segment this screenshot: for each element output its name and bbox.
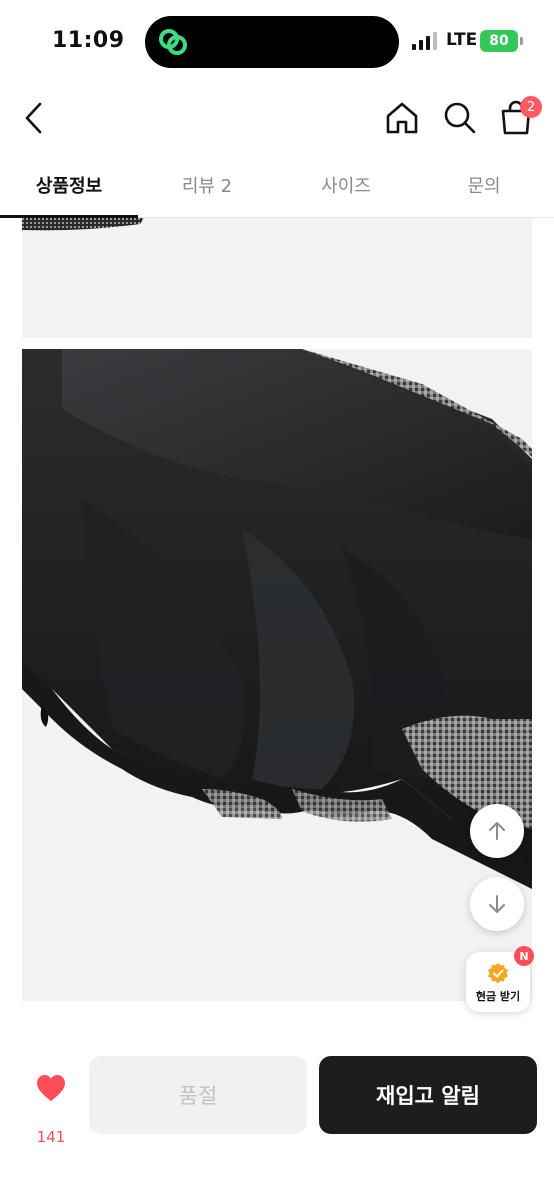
soldout-button[interactable]: 품절 bbox=[89, 1056, 307, 1134]
battery-level: 80 bbox=[489, 33, 509, 49]
link-icon bbox=[159, 29, 187, 55]
battery-icon: 80 bbox=[480, 30, 518, 52]
cash-receive-label: 현금 받기 bbox=[475, 990, 521, 1003]
arrow-down-icon bbox=[489, 895, 505, 913]
product-tabs: 상품정보 리뷰 2 사이즈 문의 bbox=[0, 152, 554, 218]
like-count: 141 bbox=[36, 1128, 66, 1146]
arrow-up-icon bbox=[489, 822, 505, 840]
scroll-down-button[interactable] bbox=[470, 877, 524, 931]
fabric-edge bbox=[22, 218, 144, 231]
tab-reviews[interactable]: 리뷰 2 bbox=[138, 152, 276, 218]
chevron-left-icon[interactable] bbox=[18, 98, 52, 138]
product-detail-content bbox=[0, 218, 554, 1048]
bottom-action-bar: 141 품절 재입고 알림 bbox=[0, 1048, 554, 1200]
search-icon[interactable] bbox=[440, 98, 480, 138]
cart-badge: 2 bbox=[520, 96, 542, 118]
signal-icon bbox=[412, 32, 437, 50]
status-bar: 11:09 LTE 80 bbox=[0, 0, 554, 84]
top-navigation bbox=[0, 84, 554, 152]
dynamic-island bbox=[145, 16, 399, 68]
battery-tip bbox=[520, 37, 523, 45]
tab-product-info[interactable]: 상품정보 bbox=[0, 152, 138, 218]
like-button[interactable]: 141 bbox=[30, 1070, 72, 1146]
product-image-top bbox=[22, 218, 532, 338]
home-icon[interactable] bbox=[382, 98, 422, 138]
skirt-lining-image bbox=[22, 349, 532, 889]
restock-alert-button[interactable]: 재입고 알림 bbox=[319, 1056, 537, 1134]
product-photo bbox=[22, 349, 532, 1001]
tab-inquiry[interactable]: 문의 bbox=[415, 152, 553, 218]
heart-icon bbox=[37, 1075, 65, 1101]
scroll-up-button[interactable] bbox=[470, 804, 524, 858]
new-badge: N bbox=[514, 946, 534, 966]
network-label: LTE bbox=[446, 30, 478, 50]
verified-badge-icon bbox=[488, 963, 508, 984]
tab-size[interactable]: 사이즈 bbox=[277, 152, 415, 218]
status-time: 11:09 bbox=[52, 28, 125, 53]
